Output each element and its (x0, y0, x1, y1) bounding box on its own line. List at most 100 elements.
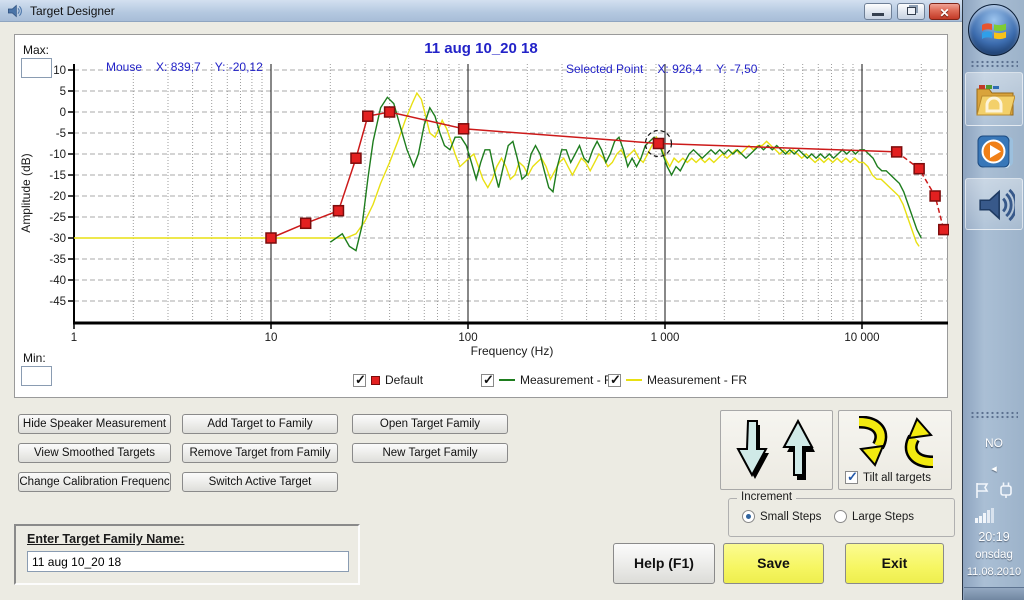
svg-text:-30: -30 (49, 233, 66, 245)
check-icon: ✓ (355, 372, 366, 388)
default-series-marker (371, 376, 380, 385)
svg-text:-25: -25 (49, 212, 66, 224)
radio-dot-icon (746, 514, 751, 519)
svg-text:-15: -15 (49, 170, 66, 182)
hide-speaker-measurement-button[interactable]: Hide Speaker Measurement (18, 414, 171, 434)
svg-text:10 000: 10 000 (844, 332, 879, 344)
check-icon: ✓ (483, 372, 494, 388)
nudge-up-arrow-button[interactable] (781, 418, 819, 484)
large-steps-option[interactable]: Large Steps (834, 510, 914, 523)
target-point-handle (301, 218, 311, 228)
switch-active-target-button[interactable]: Switch Active Target (182, 472, 338, 492)
svg-text:0: 0 (60, 107, 66, 119)
frequency-response-chart[interactable]: 1050-5-10-15-20-25-30-35-40-451101001 00… (15, 35, 949, 397)
target-point-handle (266, 233, 276, 243)
target-point-handle (385, 107, 395, 117)
svg-text:-20: -20 (49, 191, 66, 203)
min-input[interactable] (21, 366, 52, 386)
target-point-handle (459, 124, 469, 134)
target-point-handle (351, 153, 361, 163)
taskbar-explorer-button[interactable] (965, 72, 1023, 126)
hidden-icons-chevron[interactable]: ◂ (963, 462, 1024, 475)
minimize-button[interactable] (864, 3, 892, 20)
remove-target-from-family-button[interactable]: Remove Target from Family (182, 443, 338, 463)
target-point-handle (653, 139, 663, 149)
view-smoothed-targets-button[interactable]: View Smoothed Targets (18, 443, 171, 463)
default-visibility-checkbox[interactable]: ✓ (353, 374, 366, 387)
new-target-family-button[interactable]: New Target Family (352, 443, 508, 463)
svg-text:Amplitude (dB): Amplitude (dB) (19, 153, 33, 232)
nudge-down-arrow-button[interactable] (735, 418, 773, 484)
fr-visibility-checkbox[interactable]: ✓ (608, 374, 621, 387)
taskbar: NO ◂ 20:19 onsdag 11.08.2010 (962, 0, 1024, 600)
taskbar-target-designer-button[interactable] (965, 178, 1023, 230)
svg-text:10: 10 (265, 332, 278, 344)
min-label: Min: (23, 351, 46, 365)
language-indicator[interactable]: NO (963, 436, 1024, 450)
clock-date[interactable]: 11.08.2010 (963, 566, 1024, 578)
small-steps-radio[interactable] (742, 510, 755, 523)
target-point-handle (333, 206, 343, 216)
svg-text:-35: -35 (49, 254, 66, 266)
network-signal-icon[interactable] (975, 508, 995, 523)
tilt-all-targets-label: Tilt all targets (863, 472, 931, 484)
target-point-handle (363, 111, 373, 121)
selected-point-label: Selected Point (566, 62, 643, 76)
max-input[interactable] (21, 58, 52, 78)
chart-panel: 1050-5-10-15-20-25-30-35-40-451101001 00… (14, 34, 948, 398)
target-point-handle (892, 147, 902, 157)
fl-series-marker (499, 379, 515, 381)
mouse-coordinates-readout: Mouse X: 839,7 Y: -20,12 (106, 60, 277, 74)
help-button[interactable]: Help (F1) (613, 543, 715, 584)
increment-groupbox: Increment Small Steps Large Steps (728, 498, 955, 537)
small-steps-option[interactable]: Small Steps (742, 510, 821, 523)
target-point-handle (914, 164, 924, 174)
tilt-all-targets-checkbox[interactable]: ✓ (845, 471, 858, 484)
power-plug-icon[interactable] (997, 481, 1015, 499)
save-button[interactable]: Save (723, 543, 824, 584)
mouse-label: Mouse (106, 60, 142, 74)
tilt-up-arrow-button[interactable] (901, 416, 941, 468)
clock-time[interactable]: 20:19 (963, 530, 1024, 544)
level-shift-panel (720, 410, 833, 490)
exit-button[interactable]: Exit (845, 543, 944, 584)
legend-label-fl: Measurement - FL (520, 373, 618, 387)
family-name-label: Enter Target Family Name: (27, 532, 184, 546)
restore-button[interactable] (897, 3, 925, 20)
change-calibration-frequency-button[interactable]: Change Calibration Frequenc (18, 472, 171, 492)
action-center-flag-icon[interactable] (974, 482, 991, 499)
legend-item-fl: ✓ Measurement - FL (481, 372, 618, 388)
svg-text:-10: -10 (49, 149, 66, 161)
target-point-handle (930, 191, 940, 201)
measurement-fl-curve (330, 97, 921, 250)
fl-visibility-checkbox[interactable]: ✓ (481, 374, 494, 387)
check-icon: ✓ (610, 372, 621, 388)
svg-text:100: 100 (458, 332, 477, 344)
close-button[interactable]: ✕ (929, 3, 960, 20)
title-bar: Target Designer ✕ (0, 0, 962, 22)
mouse-y-value: Y: -20,12 (215, 60, 263, 74)
family-name-input[interactable] (27, 551, 349, 572)
clock-day[interactable]: onsdag (963, 549, 1024, 561)
start-button[interactable] (968, 4, 1020, 56)
window-title: Target Designer (30, 4, 115, 18)
target-point-handle (939, 225, 949, 235)
tilt-down-arrow-button[interactable] (851, 416, 891, 468)
add-target-to-family-button[interactable]: Add Target to Family (182, 414, 338, 434)
mouse-x-value: X: 839,7 (156, 60, 201, 74)
taskbar-media-player-button[interactable] (965, 128, 1023, 176)
legend-item-default: ✓ Default (353, 372, 423, 388)
tilt-all-targets-control: ✓ Tilt all targets (845, 471, 931, 484)
open-target-family-button[interactable]: Open Target Family (352, 414, 508, 434)
show-desktop-button[interactable] (964, 587, 1024, 600)
svg-text:5: 5 (60, 86, 66, 98)
taskbar-grip (970, 411, 1018, 420)
svg-text:Frequency (Hz): Frequency (Hz) (471, 344, 554, 358)
large-steps-radio[interactable] (834, 510, 847, 523)
small-steps-label: Small Steps (760, 511, 821, 523)
large-steps-label: Large Steps (852, 511, 914, 523)
close-icon: ✕ (939, 6, 949, 20)
speaker-app-icon (977, 186, 1015, 224)
media-player-icon (976, 132, 1016, 172)
taskbar-grip (970, 60, 1018, 69)
